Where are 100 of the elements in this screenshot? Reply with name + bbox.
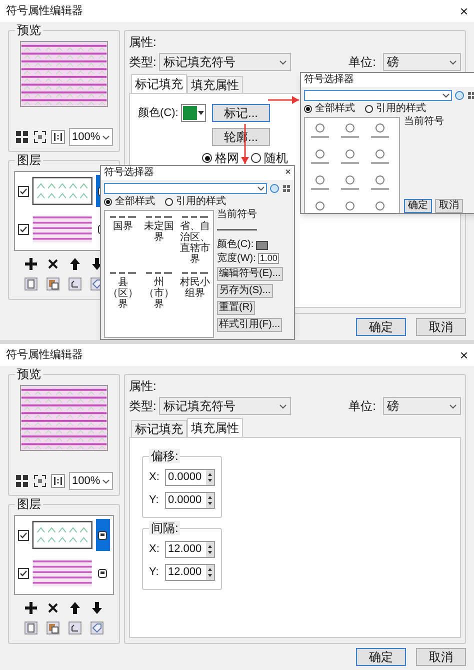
spin-arrows-icon xyxy=(206,565,214,580)
cancel-button[interactable]: 取消 xyxy=(416,648,466,666)
zoom-dropdown[interactable]: 100% xyxy=(69,128,113,146)
y-field[interactable]: 0.0000 xyxy=(165,492,215,509)
group-label: 图层 xyxy=(15,497,43,511)
line-symbol-icon[interactable] xyxy=(146,215,172,219)
symbol-label: 县（区）界 xyxy=(107,277,139,310)
unit-dropdown[interactable]: 磅 xyxy=(383,397,461,415)
field-label: X: xyxy=(149,542,160,558)
delete-icon[interactable] xyxy=(46,257,60,271)
search-field[interactable] xyxy=(104,183,267,194)
radio-button[interactable]: 全部样式 xyxy=(304,104,355,114)
group-label: 预览 xyxy=(15,367,43,381)
actual-size-icon[interactable] xyxy=(51,474,65,488)
line-layer-thumbnail[interactable] xyxy=(32,213,93,245)
chevron-down-icon xyxy=(279,60,288,64)
close-button[interactable]: × xyxy=(460,348,468,362)
copy-icon[interactable] xyxy=(24,277,38,291)
lock-icon[interactable] xyxy=(96,519,110,551)
x-field[interactable]: 12.000 xyxy=(165,541,215,558)
close-button[interactable]: × xyxy=(460,4,468,18)
search-field[interactable] xyxy=(304,90,452,101)
save-as-button[interactable]: 另存为(S)... xyxy=(217,284,273,298)
arrow xyxy=(268,96,299,104)
line-symbol-icon[interactable] xyxy=(110,215,136,219)
paste-icon[interactable] xyxy=(46,277,60,291)
ok-button[interactable]: 确定 xyxy=(404,199,432,213)
edit-symbol-button[interactable]: 编辑符号(E)... xyxy=(217,267,283,281)
expand-icon[interactable] xyxy=(33,474,47,488)
paste-icon[interactable] xyxy=(46,621,60,635)
delete-icon[interactable] xyxy=(46,601,60,615)
line-symbol-icon[interactable] xyxy=(146,271,172,275)
radio-button[interactable]: 随机 xyxy=(251,152,288,164)
tab[interactable]: 填充属性 xyxy=(187,76,243,93)
radio-button[interactable]: 全部样式 xyxy=(104,197,155,207)
style-reference-button[interactable]: 样式引用(F)... xyxy=(217,318,282,332)
layer-list[interactable] xyxy=(14,515,114,595)
actual-size-icon[interactable] xyxy=(51,130,65,144)
y-field[interactable]: 12.000 xyxy=(165,564,215,581)
checkbox[interactable] xyxy=(18,186,29,196)
unit-dropdown[interactable]: 磅 xyxy=(383,53,461,71)
radio-button[interactable]: 格网 xyxy=(202,152,239,164)
copy-icon[interactable] xyxy=(24,621,38,635)
globe-icon[interactable] xyxy=(455,91,464,100)
chevron-down-icon xyxy=(257,186,265,191)
field-label: 单位: xyxy=(348,54,376,71)
group-label: 当前符号 xyxy=(404,117,444,127)
line-symbol-icon[interactable] xyxy=(110,271,136,275)
radio-button[interactable]: 引用的样式 xyxy=(165,197,226,207)
tab[interactable]: 填充属性 xyxy=(187,418,243,437)
grid-view-icon[interactable] xyxy=(282,184,291,193)
line-layer-thumbnail[interactable] xyxy=(32,557,93,589)
spin-arrows-icon xyxy=(206,542,214,557)
type-dropdown[interactable]: 标记填充符号 xyxy=(159,397,292,415)
globe-icon[interactable] xyxy=(270,184,279,193)
checkbox[interactable] xyxy=(18,568,29,578)
close-button[interactable]: × xyxy=(282,166,294,180)
type-dropdown[interactable]: 标记填充符号 xyxy=(159,53,292,71)
color-swatch-icon[interactable] xyxy=(256,240,268,250)
add-icon[interactable] xyxy=(24,601,38,615)
x-field[interactable]: 0.0000 xyxy=(165,469,215,486)
group-label: 属性: xyxy=(129,34,158,51)
arrow-down-icon[interactable] xyxy=(90,601,104,615)
group-label: 属性: xyxy=(129,378,158,395)
marker-button[interactable]: 标记... xyxy=(212,104,270,122)
expand-icon[interactable] xyxy=(33,130,47,144)
field-label: 类型: xyxy=(129,54,156,71)
field-label: 宽度(W): xyxy=(217,254,256,264)
spin-arrows-icon xyxy=(206,470,214,485)
symbol-label: 村民小组界 xyxy=(179,277,211,299)
radio-button[interactable]: 引用的样式 xyxy=(365,104,426,114)
grid-view-icon[interactable] xyxy=(467,91,474,100)
checkbox[interactable] xyxy=(18,530,29,540)
chevron-down-icon xyxy=(449,60,457,64)
symbol-label: 国界 xyxy=(112,221,134,232)
line-symbol-icon[interactable] xyxy=(182,215,208,219)
tab[interactable]: 标记填充 xyxy=(131,74,187,93)
ok-button[interactable]: 确定 xyxy=(356,318,406,336)
fit-icon[interactable] xyxy=(15,474,29,488)
marker-layer-thumbnail[interactable] xyxy=(32,519,93,551)
cancel-button[interactable]: 取消 xyxy=(435,199,463,213)
chevron-down-icon xyxy=(102,134,110,140)
line-symbol-icon[interactable] xyxy=(182,271,208,275)
zoom-dropdown[interactable]: 100% xyxy=(69,472,113,490)
fit-icon[interactable] xyxy=(15,130,29,144)
marker-layer-thumbnail[interactable] xyxy=(32,175,93,207)
checkbox[interactable] xyxy=(18,224,29,234)
window-title: 符号属性编辑器 xyxy=(6,4,83,19)
color-picker[interactable] xyxy=(181,104,206,122)
tag-icon[interactable] xyxy=(90,621,104,635)
width-field[interactable]: 1.00 xyxy=(258,253,280,264)
reset-button[interactable]: 重置(R) xyxy=(217,301,255,315)
cancel-button[interactable]: 取消 xyxy=(416,318,466,336)
add-icon[interactable] xyxy=(24,257,38,271)
symbol-label: 州（市）界 xyxy=(143,277,175,310)
tab[interactable]: 标记填充 xyxy=(131,420,187,437)
symbol-list[interactable]: 国界 未定国界 省、自治区、直辖市界 县（区）界 州（市）界 村民小组界 xyxy=(104,210,214,338)
arrow-up-icon[interactable] xyxy=(68,257,82,271)
arrow-up-icon[interactable] xyxy=(68,601,82,615)
ok-button[interactable]: 确定 xyxy=(356,648,406,666)
